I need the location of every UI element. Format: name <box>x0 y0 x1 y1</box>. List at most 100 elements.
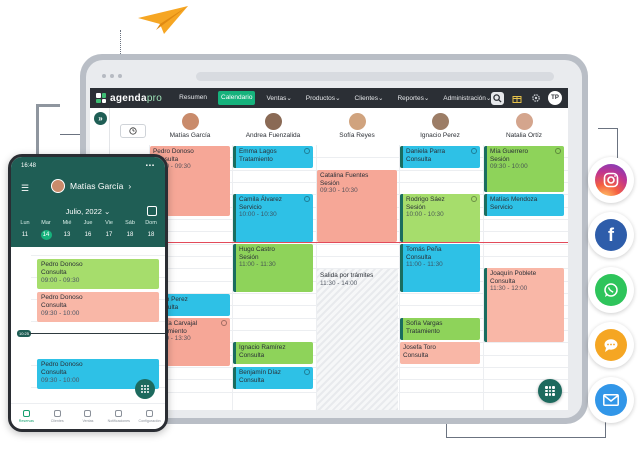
email-icon <box>595 384 627 416</box>
appointment-card[interactable]: Hugo Castro Sesión 11:00 - 11:30 <box>233 244 313 292</box>
status-icon <box>304 196 310 202</box>
menu-item-resumen[interactable]: Resumen <box>176 91 210 105</box>
professional-name: Matías García <box>169 132 211 139</box>
facebook-icon: f <box>595 219 627 251</box>
appointment-card[interactable]: Catalina Fuentes Sesión 09:30 - 10:30 <box>317 170 397 242</box>
professional-header[interactable]: Sofía Reyes <box>315 113 399 139</box>
day-cell[interactable]: Sáb 18 <box>122 220 138 240</box>
menu-item-ventas[interactable]: Ventas⌄ <box>263 91 294 105</box>
calendar-icon[interactable] <box>147 206 157 216</box>
week-strip: Lun 11 Mar 14 Mié 13 Jue 16 Vie 17 Sáb 18 Dom 1… <box>17 220 159 240</box>
email-channel[interactable] <box>588 377 634 423</box>
main-menu: Resumen Calendario Ventas⌄ Productos⌄ Cl… <box>176 91 494 105</box>
professional-header[interactable]: Matías García <box>148 113 232 139</box>
appointment-card[interactable]: Joaquín Poblete Consulta 11:30 - 12:00 <box>484 268 564 342</box>
agendapro-logo[interactable]: agendapro <box>96 93 162 104</box>
user-avatar[interactable]: TP <box>548 91 562 105</box>
appointment-card[interactable]: Emma Lagos Tratamiento <box>233 146 313 168</box>
tab-reservas[interactable]: Reservas <box>12 410 40 423</box>
calendar-fab-button[interactable] <box>135 379 155 399</box>
professional-name: Ignacio Perez <box>420 132 460 139</box>
hero-illustration: agendapro Resumen Calendario Ventas⌄ Pro… <box>0 0 640 453</box>
bottom-tab-bar: Reservas Clientes Ventas Notificaciones … <box>11 403 165 429</box>
status-icon <box>471 148 477 154</box>
user-name: Matías García <box>70 181 124 191</box>
day-cell-selected[interactable]: Mar 14 <box>38 220 54 240</box>
facebook-channel[interactable]: f <box>588 212 634 258</box>
menu-item-clientes[interactable]: Clientes⌄ <box>352 91 387 105</box>
whatsapp-channel[interactable] <box>588 267 634 313</box>
paper-plane-icon <box>138 6 188 34</box>
appointment-card[interactable]: Sofía Vargas Tratamiento <box>400 318 480 340</box>
instagram-channel[interactable] <box>588 157 634 203</box>
tab-ventas[interactable]: Ventas <box>74 410 102 423</box>
address-bar[interactable] <box>196 72 554 81</box>
menu-item-reportes[interactable]: Reportes⌄ <box>394 91 432 105</box>
appointment-card[interactable]: Pedro Donoso Consulta 09:00 - 09:30 <box>37 259 159 289</box>
browser-topbar <box>96 70 572 82</box>
menu-item-calendario[interactable]: Calendario <box>218 91 256 105</box>
appointment-card[interactable]: Benjamín Díaz Consulta <box>233 367 313 389</box>
status-time: 16:48 <box>21 163 37 169</box>
professional-avatar <box>431 113 449 130</box>
navbar-actions: TP <box>491 91 562 105</box>
logo-mark-icon <box>96 93 106 103</box>
filter-icon[interactable]: ☰ <box>21 183 29 194</box>
grid-icon <box>141 385 149 393</box>
expand-sidebar-button[interactable]: » <box>94 112 107 125</box>
appointment-card[interactable]: Rodrigo Sáez Sesión 10:00 - 10:30 <box>400 194 480 242</box>
menu-item-administracion[interactable]: Administración⌄ <box>440 91 494 105</box>
professional-header[interactable]: Ignacio Perez <box>398 113 482 139</box>
professional-avatar <box>348 113 366 130</box>
connector-line <box>120 30 121 54</box>
appointment-card[interactable]: Pedro Donoso Consulta 09:30 - 10:00 <box>37 292 159 322</box>
connector-line <box>36 104 60 154</box>
appointment-card[interactable]: Matías Mendoza Servicio <box>484 194 564 216</box>
month-selector[interactable]: Julio, 2022 ⌄ <box>11 207 165 216</box>
appointment-card[interactable]: Daniela Parra Consulta <box>400 146 480 168</box>
gift-icon[interactable] <box>510 92 523 105</box>
day-cell[interactable]: Vie 17 <box>101 220 117 240</box>
professional-avatar <box>181 113 199 130</box>
gear-icon[interactable] <box>529 92 542 105</box>
whatsapp-icon <box>595 274 627 306</box>
phone-frame: 16:48 ▪▪▪ ☰ Matías García › Julio, 2022 … <box>8 154 168 432</box>
search-icon[interactable] <box>491 91 504 105</box>
appointment-card[interactable]: Tomás Peña Consulta 11:00 - 11:30 <box>400 244 480 292</box>
top-navbar: agendapro Resumen Calendario Ventas⌄ Pro… <box>90 88 568 108</box>
status-icon <box>471 196 477 202</box>
professional-avatar <box>264 113 282 130</box>
status-icon <box>304 369 310 375</box>
blocked-time-card[interactable]: Salida por trámites 11:30 - 14:00 <box>317 270 397 292</box>
professional-name: Sofía Reyes <box>339 132 375 139</box>
tab-clientes[interactable]: Clientes <box>43 410 71 423</box>
chevron-right-icon: › <box>128 181 132 191</box>
professional-name: Natalia Ortíz <box>505 132 543 139</box>
connector-line <box>598 128 618 158</box>
day-cell[interactable]: Lun 11 <box>17 220 33 240</box>
tab-notificaciones[interactable]: Notificaciones <box>105 410 133 423</box>
appointment-card[interactable]: Ignacio Ramírez Consulta <box>233 342 313 364</box>
phone-header: 16:48 ▪▪▪ ☰ Matías García › Julio, 2022 … <box>11 157 165 247</box>
day-cell[interactable]: Mié 13 <box>59 220 75 240</box>
status-icon <box>221 320 227 326</box>
sms-channel[interactable] <box>588 322 634 368</box>
user-selector[interactable]: Matías García › <box>51 179 131 193</box>
menu-item-productos[interactable]: Productos⌄ <box>303 91 344 105</box>
appointment-card[interactable]: Camila Álvarez Servicio 10:00 - 10:30 <box>233 194 313 242</box>
window-dots <box>102 74 122 78</box>
current-time-line <box>110 242 568 243</box>
clock-icon[interactable] <box>120 124 146 138</box>
professional-header[interactable]: Andrea Fuenzalida <box>231 113 315 139</box>
professional-header[interactable]: Natalia Ortíz <box>482 113 566 139</box>
appointment-card[interactable]: Josefa Toro Consulta <box>400 342 480 364</box>
tab-configuracion[interactable]: Configuración <box>136 410 164 423</box>
calendar-fab-button[interactable] <box>538 379 562 403</box>
status-icon <box>304 148 310 154</box>
day-cell[interactable]: Dom 18 <box>143 220 159 240</box>
instagram-icon <box>595 164 627 196</box>
sms-icon <box>595 329 627 361</box>
day-cell[interactable]: Jue 16 <box>80 220 96 240</box>
status-icon <box>555 148 561 154</box>
appointment-card[interactable]: Mía Guerrero Sesión 09:30 - 10:00 <box>484 146 564 192</box>
